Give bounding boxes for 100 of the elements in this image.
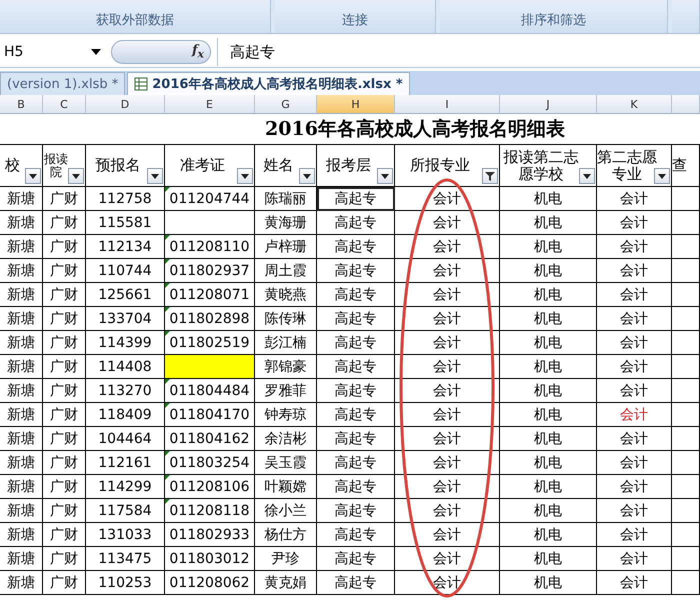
table-cell: 高起专 bbox=[317, 379, 395, 403]
table-cell: 110744 bbox=[86, 259, 165, 283]
table-cell: 011208071 bbox=[165, 283, 255, 307]
caret-icon bbox=[91, 49, 101, 55]
table-cell: 广财 bbox=[43, 499, 86, 523]
table-cell bbox=[672, 331, 700, 355]
column-header[interactable]: J bbox=[500, 95, 597, 114]
table-cell: 新塘 bbox=[0, 475, 43, 499]
workbook-tab[interactable]: (version 1).xlsb * bbox=[0, 72, 126, 95]
table-cell: 郭锦豪 bbox=[255, 355, 317, 379]
table-cell: 高起专 bbox=[317, 547, 395, 571]
table-cell: 高起专 bbox=[317, 187, 395, 211]
caret-icon bbox=[151, 174, 159, 178]
table-cell: 机电 bbox=[500, 475, 597, 499]
filter-dropdown[interactable] bbox=[579, 168, 595, 184]
table-cell bbox=[672, 499, 700, 523]
table-cell: 会计 bbox=[597, 403, 672, 427]
filter-dropdown[interactable] bbox=[25, 168, 41, 184]
table-cell: 高起专 bbox=[317, 523, 395, 547]
table-cell: 011803012 bbox=[165, 547, 255, 571]
column-header[interactable]: H bbox=[317, 95, 395, 114]
table-cell: 会计 bbox=[395, 547, 500, 571]
caret-icon bbox=[241, 174, 249, 178]
table-cell: 新塘 bbox=[0, 499, 43, 523]
table-cell: 会计 bbox=[597, 451, 672, 475]
table-cell: 卢梓珊 bbox=[255, 235, 317, 259]
table-cell: 新塘 bbox=[0, 547, 43, 571]
table-cell: 机电 bbox=[500, 403, 597, 427]
formula-field[interactable]: 高起专 bbox=[217, 38, 700, 66]
table-cell bbox=[672, 259, 700, 283]
table-cell: 011802933 bbox=[165, 523, 255, 547]
filter-dropdown[interactable] bbox=[654, 168, 670, 184]
filter-dropdown[interactable] bbox=[237, 168, 253, 184]
column-header[interactable]: E bbox=[165, 95, 255, 114]
function-button[interactable]: f$_{x}$ bbox=[111, 40, 211, 64]
table-cell: 机电 bbox=[500, 283, 597, 307]
filter-dropdown[interactable] bbox=[482, 168, 498, 184]
error-indicator-icon bbox=[165, 499, 170, 504]
table-cell: 广财 bbox=[43, 283, 86, 307]
table-cell: 高起专 bbox=[317, 475, 395, 499]
column-header[interactable]: I bbox=[395, 95, 500, 114]
table-cell: 机电 bbox=[500, 499, 597, 523]
error-indicator-icon bbox=[165, 307, 170, 312]
table-cell: 新塘 bbox=[0, 283, 43, 307]
table-cell: 广财 bbox=[43, 571, 86, 595]
caret-icon bbox=[583, 174, 591, 178]
table-cell: 会计 bbox=[597, 331, 672, 355]
error-indicator-icon bbox=[165, 379, 170, 384]
table-cell: 机电 bbox=[500, 379, 597, 403]
table-cell: 011804170 bbox=[165, 403, 255, 427]
table-cell: 会计 bbox=[597, 427, 672, 451]
table-cell: 113475 bbox=[86, 547, 165, 571]
column-title: 报读第二志愿学校 bbox=[502, 148, 580, 182]
table-cell: 114299 bbox=[86, 475, 165, 499]
table-cell: 新塘 bbox=[0, 259, 43, 283]
table-cell bbox=[672, 427, 700, 451]
column-header[interactable]: B bbox=[0, 95, 43, 114]
filter-dropdown[interactable] bbox=[299, 168, 315, 184]
table-cell: 011204744 bbox=[165, 187, 255, 211]
table-cell: 黄晓燕 bbox=[255, 283, 317, 307]
table-cell: 机电 bbox=[500, 211, 597, 235]
filter-dropdown[interactable] bbox=[68, 168, 84, 184]
table-cell: 会计 bbox=[395, 451, 500, 475]
table-cell: 机电 bbox=[500, 259, 597, 283]
table-cell: 余洁彬 bbox=[255, 427, 317, 451]
table-cell: 会计 bbox=[597, 379, 672, 403]
name-box[interactable]: H5 bbox=[0, 39, 105, 65]
column-header[interactable]: C bbox=[43, 95, 86, 114]
table-cell: 机电 bbox=[500, 331, 597, 355]
column-header[interactable]: D bbox=[86, 95, 165, 114]
table-cell: 会计 bbox=[597, 355, 672, 379]
table-cell: 会计 bbox=[395, 499, 500, 523]
table-cell: 广财 bbox=[43, 403, 86, 427]
table-cell: 会计 bbox=[395, 379, 500, 403]
table-cell: 新塘 bbox=[0, 571, 43, 595]
table-cell: 高起专 bbox=[317, 499, 395, 523]
table-cell: 机电 bbox=[500, 187, 597, 211]
column-header[interactable]: G bbox=[255, 95, 317, 114]
table-cell: 118409 bbox=[86, 403, 165, 427]
column-title: 报读院 bbox=[43, 152, 69, 178]
table-cell: 尹珍 bbox=[255, 547, 317, 571]
table-cell: 机电 bbox=[500, 427, 597, 451]
table-cell: 会计 bbox=[597, 571, 672, 595]
table-cell: 011804484 bbox=[165, 379, 255, 403]
table-cell: 133704 bbox=[86, 307, 165, 331]
table-cell: 113270 bbox=[86, 379, 165, 403]
table-cell: 高起专 bbox=[317, 307, 395, 331]
caret-icon bbox=[303, 174, 311, 178]
table-cell: 会计 bbox=[395, 475, 500, 499]
table-cell: 131033 bbox=[86, 523, 165, 547]
table-cell: 011802937 bbox=[165, 259, 255, 283]
table-cell: 会计 bbox=[597, 547, 672, 571]
table-cell bbox=[672, 403, 700, 427]
table-cell: 会计 bbox=[395, 259, 500, 283]
filter-dropdown[interactable] bbox=[377, 168, 393, 184]
ribbon-group-label: 排序和筛选 bbox=[440, 0, 668, 33]
column-header[interactable]: K bbox=[597, 95, 672, 114]
filter-dropdown[interactable] bbox=[147, 168, 163, 184]
workbook-tab[interactable]: 2016年各高校成人高考报名明细表.xlsx * bbox=[127, 72, 410, 95]
table-cell: 机电 bbox=[500, 451, 597, 475]
